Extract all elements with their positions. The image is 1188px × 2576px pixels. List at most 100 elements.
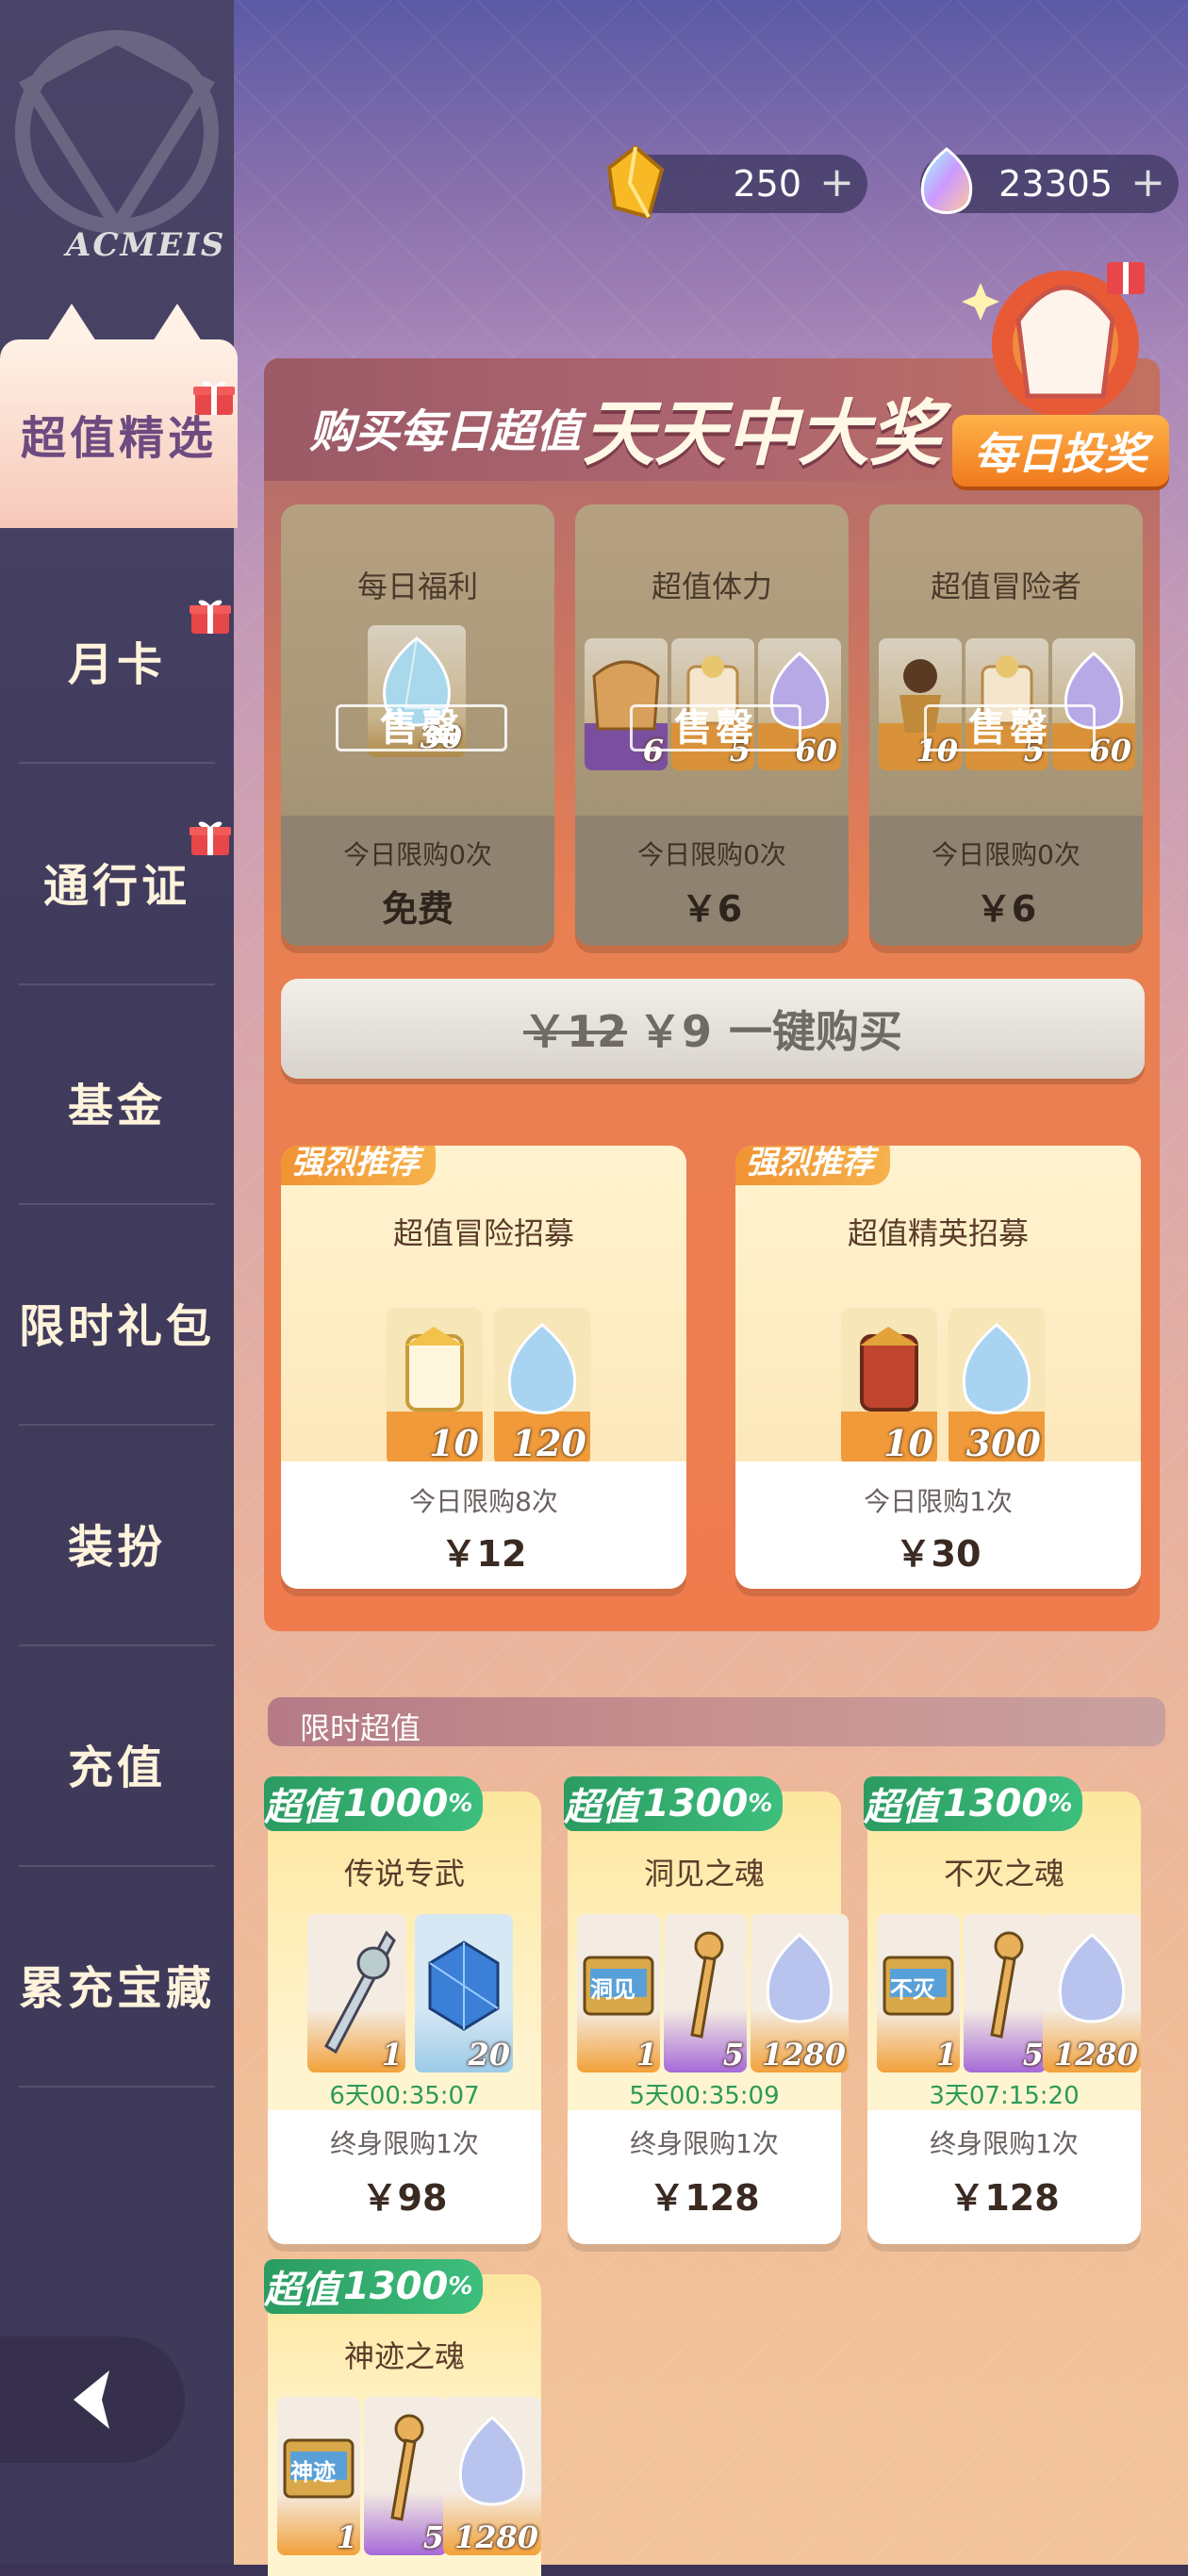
- limited-card-legend-weapon[interactable]: 超值 1000% 传说专武 1 20 6天00:35:07 终身限购1次 ￥98: [264, 1776, 541, 2244]
- countdown-timer: 5天00:35:09: [629, 2082, 780, 2110]
- card-limit: 终身限购1次: [930, 2128, 1079, 2159]
- sidebar-item-label: 基金: [67, 1080, 166, 1132]
- card-title: 超值精英招募: [847, 1215, 1029, 1251]
- divider: [19, 762, 215, 764]
- buy-all-button[interactable]: ￥12 ￥9 一键购买: [281, 979, 1145, 1079]
- item-qty: 300: [965, 1422, 1041, 1464]
- sidebar-item-recharge[interactable]: 充值: [0, 1660, 234, 1867]
- gem-currency: 23305 +: [920, 147, 1179, 214]
- card-price: ￥6: [975, 888, 1037, 930]
- divider: [19, 983, 215, 985]
- card-limit: 终身限购1次: [630, 2128, 779, 2159]
- item-qty: 1: [381, 2037, 403, 2072]
- daily-card-adventurer[interactable]: 超值冒险者 10 5 60 售罄 今日限购0次 ￥6: [869, 504, 1143, 946]
- card-title: 超值体力: [651, 569, 772, 604]
- sidebar-item-outfit[interactable]: 装扮: [0, 1439, 234, 1646]
- gold-crystal-icon: [606, 144, 665, 220]
- daily-head-big: 天天中大奖: [583, 391, 941, 475]
- sidebar-item-label: 装扮: [67, 1521, 166, 1574]
- card-title: 传说专武: [343, 1856, 465, 1891]
- sidebar-item-monthly-card[interactable]: 月卡: [0, 556, 234, 764]
- sidebar-item-cumulative-treasure[interactable]: 累充宝藏: [0, 1880, 234, 2088]
- daily-lottery-badge[interactable]: 每日投奖: [952, 415, 1169, 487]
- gem-add-button[interactable]: +: [1130, 158, 1165, 206]
- daily-head-small: 购买每日超值: [309, 405, 582, 458]
- sidebar-item-pass[interactable]: 通行证: [0, 778, 234, 985]
- gem-icon: 120: [494, 1308, 590, 1466]
- gem-icon: 1280: [443, 2397, 541, 2555]
- back-arrow-icon: [74, 2370, 109, 2429]
- sidebar-item-label: 充值: [67, 1742, 166, 1794]
- countdown-timer: 3天07:15:20: [929, 2082, 1080, 2110]
- gem-icon: 1280: [751, 1914, 849, 2072]
- value-percent-tag: 超值 1300%: [264, 2259, 483, 2314]
- limited-section-header: 限时超值: [268, 1697, 1165, 1746]
- value-percent: 1000: [343, 1782, 449, 1825]
- gift-icon: [193, 381, 235, 415]
- recommend-card-adventure-recruit[interactable]: 强烈推荐 超值冒险招募 10 120 今日限购8次 ￥12: [281, 1146, 686, 1589]
- item-qty: 1280: [454, 2519, 538, 2555]
- limited-card-immortal-soul[interactable]: 超值 1300% 不灭之魂 不灭 1 5 1280 3天07:15:20 终身限购…: [864, 1776, 1141, 2244]
- chest-label: 神迹: [290, 2459, 336, 2485]
- daily-card-welfare[interactable]: 每日福利 30 售罄 今日限购0次 免费: [281, 504, 554, 946]
- sold-out-stamp: 售罄: [336, 704, 507, 751]
- countdown-timer: 6天00:35:07: [329, 2082, 480, 2110]
- card-limit: 今日限购8次: [409, 1486, 558, 1517]
- sold-out-stamp: 售罄: [630, 704, 801, 751]
- sidebar-item-featured[interactable]: 超值精选: [0, 304, 238, 528]
- gem-icon: [920, 147, 973, 214]
- value-percent-tag: 超值 1300%: [564, 1776, 783, 1831]
- old-price: ￥12: [522, 1006, 627, 1057]
- divider: [19, 1424, 215, 1426]
- key-icon: 5: [364, 2397, 447, 2555]
- item-qty: 5: [422, 2519, 444, 2555]
- recommend-tag: 强烈推荐: [735, 1146, 890, 1185]
- item-qty: 5: [722, 2037, 744, 2072]
- item-qty: 1280: [1053, 2037, 1138, 2072]
- divider: [19, 1865, 215, 1867]
- chest-label: 不灭: [890, 1976, 935, 2003]
- gem-icon: 1280: [1043, 1914, 1141, 2072]
- limited-card-miracle-soul[interactable]: 超值 1300% 神迹之魂 神迹 1 5 1280: [264, 2259, 541, 2576]
- sidebar-item-label: 通行证: [42, 860, 190, 913]
- card-limit: 今日限购0次: [637, 839, 786, 870]
- card-price: 免费: [381, 888, 454, 930]
- card-title: 超值冒险者: [930, 569, 1081, 604]
- card-price: ￥128: [949, 2177, 1060, 2219]
- card-title: 超值冒险招募: [392, 1215, 574, 1251]
- key-icon: 5: [964, 1914, 1047, 2072]
- divider: [19, 1644, 215, 1646]
- sidebar: ACMEIS 超值精选 月卡 通行证 基金 限时礼包 装扮 充值 累充宝藏: [0, 0, 238, 2565]
- gold-add-button[interactable]: +: [819, 158, 854, 206]
- value-percent-tag: 超值 1000%: [264, 1776, 483, 1831]
- daily-card-stamina[interactable]: 超值体力 6 5 60 售罄 今日限购0次 ￥6: [575, 504, 849, 946]
- value-percent: 1300: [343, 2265, 449, 2308]
- card-price: ￥30: [895, 1533, 982, 1575]
- sidebar-item-limited-pack[interactable]: 限时礼包: [0, 1218, 234, 1426]
- item-qty: 1280: [761, 2037, 846, 2072]
- recommend-tag: 强烈推荐: [281, 1146, 436, 1185]
- card-title: 神迹之魂: [343, 2338, 465, 2374]
- card-price: ￥128: [649, 2177, 760, 2219]
- limited-card-insight-soul[interactable]: 超值 1300% 洞见之魂 洞见 1 5 1280 5天00:35:09 终身限购…: [564, 1776, 849, 2244]
- chest-icon: 洞见 1: [577, 1914, 660, 2072]
- value-percent: 1300: [643, 1782, 749, 1825]
- item-qty: 1: [336, 2519, 357, 2555]
- gift-icon: [190, 600, 231, 634]
- card-price: ￥12: [440, 1533, 527, 1575]
- back-button[interactable]: [0, 2337, 185, 2463]
- daily-value-panel: 购买每日超值 天天中大奖 每日投奖 每日福利 30 售罄 今日限购0次 免费 超…: [264, 262, 1169, 1631]
- card-title: 不灭之魂: [943, 1856, 1064, 1891]
- value-percent-tag: 超值 1300%: [864, 1776, 1082, 1831]
- sword-icon: 1: [307, 1914, 405, 2072]
- sidebar-item-label: 超值精选: [20, 412, 217, 465]
- cube-icon: 20: [415, 1914, 513, 2072]
- sidebar-item-label: 累充宝藏: [18, 1962, 215, 2015]
- value-percent: 1300: [943, 1782, 1048, 1825]
- card-price: ￥98: [361, 2177, 448, 2219]
- chest-label: 洞见: [590, 1976, 635, 2003]
- scroll-gold-icon: 10: [387, 1308, 483, 1466]
- key-icon: 5: [664, 1914, 747, 2072]
- recommend-card-elite-recruit[interactable]: 强烈推荐 超值精英招募 10 300 今日限购1次 ￥30: [735, 1146, 1141, 1589]
- sidebar-item-fund[interactable]: 基金: [0, 998, 234, 1205]
